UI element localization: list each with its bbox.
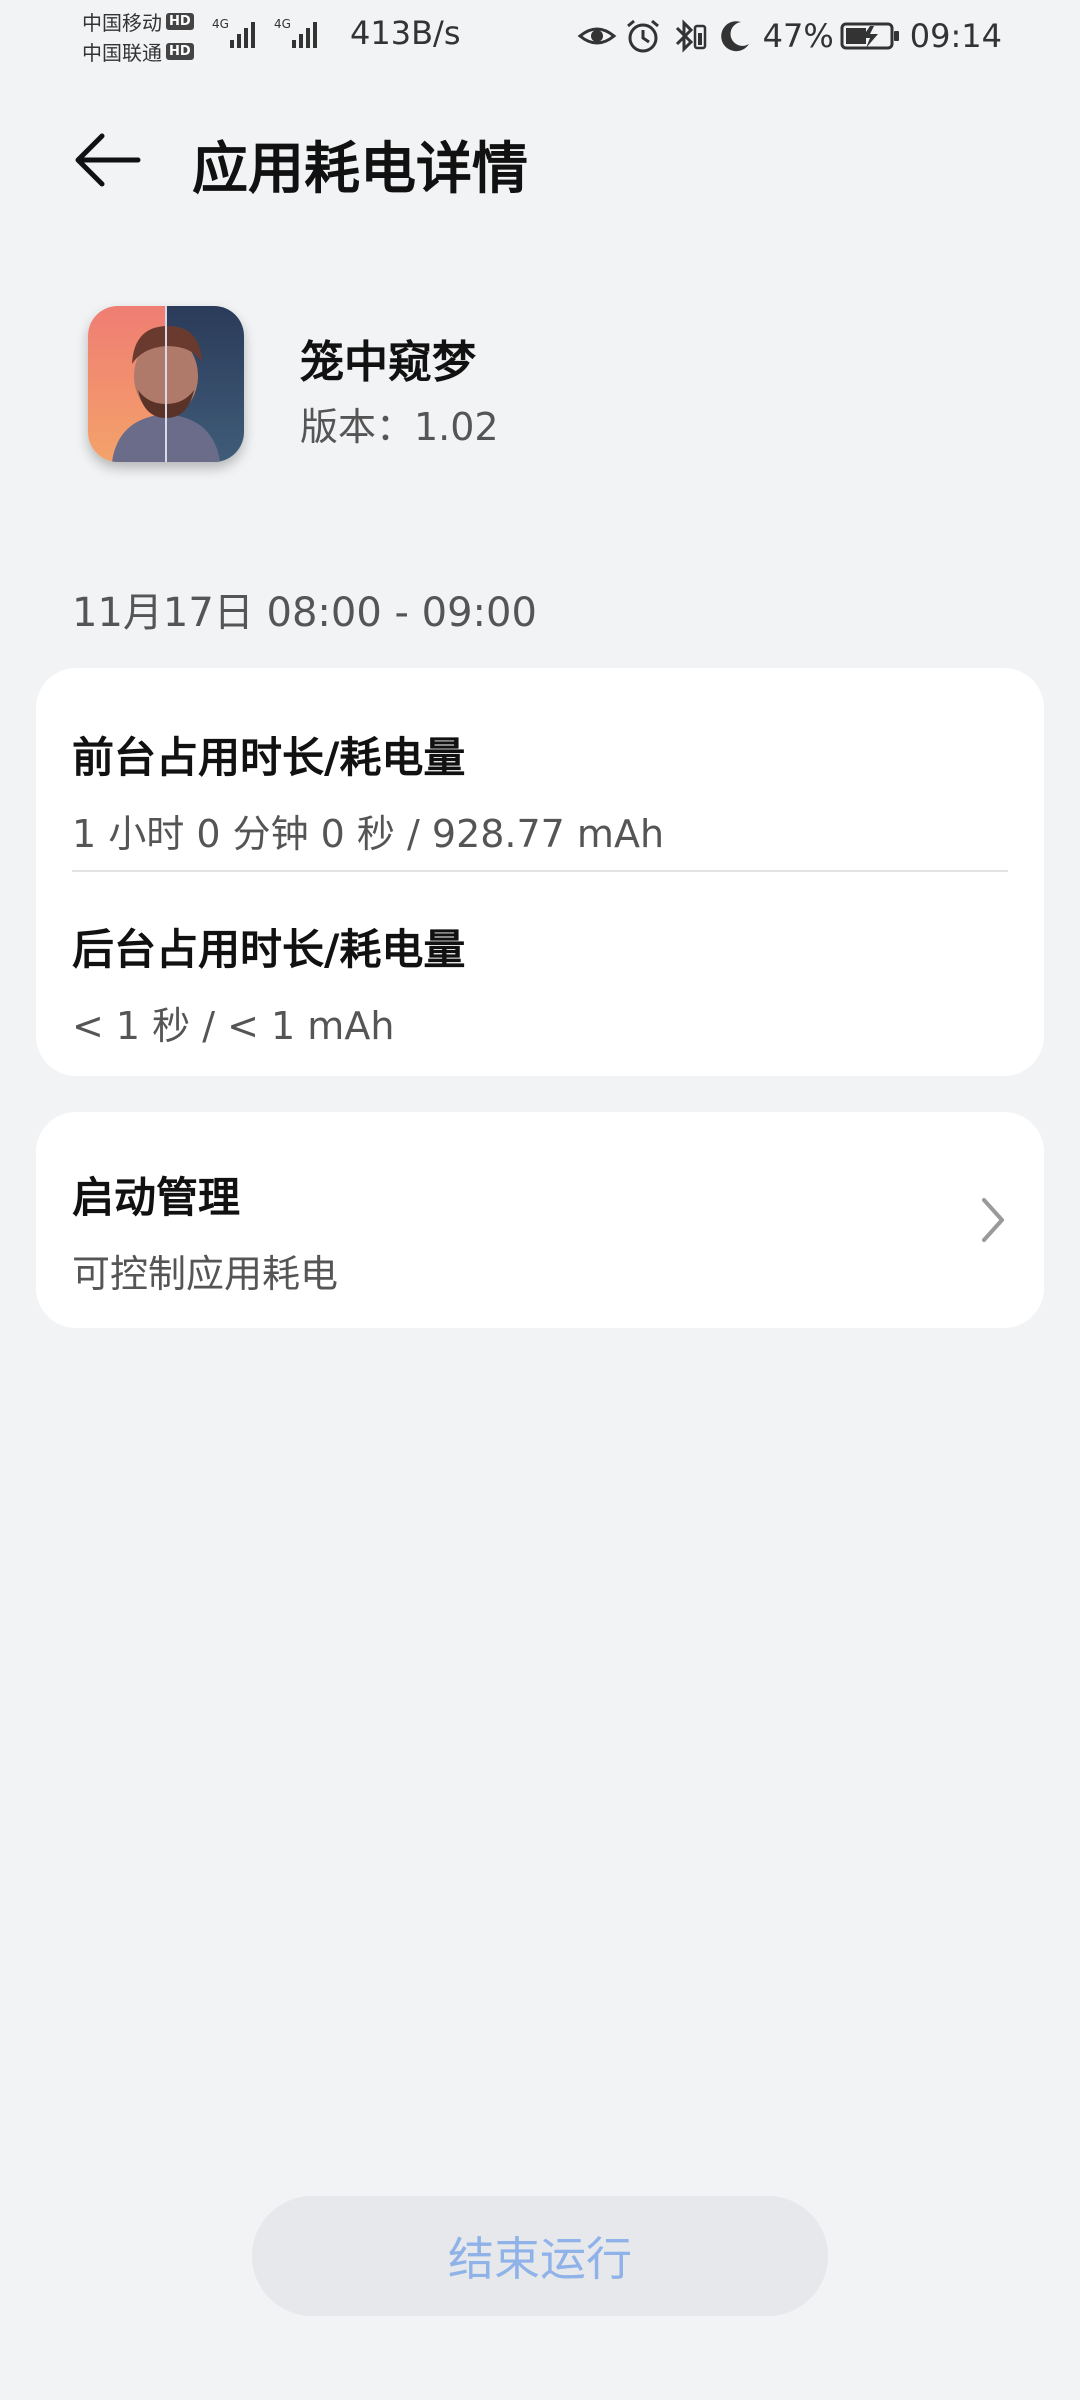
startup-management-subtitle: 可控制应用耗电 [72, 1252, 339, 1296]
status-bar: 中国移动 HD 中国联通 HD 4G 4G 413B/s 47% 09:14 [0, 0, 1080, 72]
page-header: 应用耗电详情 [0, 110, 1080, 206]
alarm-icon [626, 19, 659, 53]
foreground-usage-value: 1 小时 0 分钟 0 秒 / 928.77 mAh [72, 812, 665, 856]
time-range: 11月17日 08:00 - 09:00 [72, 590, 537, 636]
clock: 09:14 [909, 17, 1002, 55]
divider [72, 870, 1008, 872]
net-speed: 413B/s [350, 14, 461, 52]
end-running-button[interactable]: 结束运行 [252, 2196, 828, 2316]
startup-management: 启动管理 可控制应用耗电 [72, 1164, 1012, 1298]
foreground-usage-title: 前台占用时长/耗电量 [72, 733, 466, 782]
status-icons: 47% 09:14 [571, 14, 1002, 58]
eye-icon [577, 27, 617, 45]
app-name: 笼中窥梦 [300, 337, 476, 388]
background-usage: 后台占用时长/耗电量 < 1 秒 / < 1 mAh [72, 916, 1012, 1050]
app-version: 版本：1.02 [300, 405, 499, 449]
startup-management-title: 启动管理 [72, 1173, 241, 1222]
background-usage-value: < 1 秒 / < 1 mAh [72, 1004, 395, 1048]
usage-card: 前台占用时长/耗电量 1 小时 0 分钟 0 秒 / 928.77 mAh 后台… [36, 668, 1044, 1076]
network-type-label: 4G [212, 17, 229, 31]
startup-management-item[interactable]: 启动管理 可控制应用耗电 [36, 1112, 1044, 1328]
chevron-right-icon [982, 1198, 1004, 1242]
back-arrow-icon[interactable] [72, 130, 142, 190]
battery-percent: 47% [762, 17, 834, 55]
moon-icon [720, 21, 749, 52]
carrier-2: 中国联通 HD [82, 36, 212, 66]
signal-icon: 4G [274, 17, 317, 48]
page-title: 应用耗电详情 [192, 137, 528, 202]
signal-icon: 4G [212, 17, 255, 48]
background-usage-title: 后台占用时长/耗电量 [72, 925, 466, 974]
carrier-info: 中国移动 HD 中国联通 HD [82, 6, 212, 66]
hd-badge: HD [166, 42, 194, 60]
carrier-1: 中国移动 HD [82, 6, 212, 36]
hd-badge: HD [166, 12, 194, 30]
bluetooth-icon [675, 19, 706, 53]
app-icon [88, 306, 244, 462]
battery-charging-icon [840, 22, 899, 50]
carrier-1-name: 中国移动 [82, 10, 162, 35]
app-avatar-icon [88, 306, 244, 462]
network-type-label: 4G [274, 17, 291, 31]
foreground-usage: 前台占用时长/耗电量 1 小时 0 分钟 0 秒 / 928.77 mAh [72, 724, 1012, 858]
carrier-2-name: 中国联通 [82, 40, 162, 65]
